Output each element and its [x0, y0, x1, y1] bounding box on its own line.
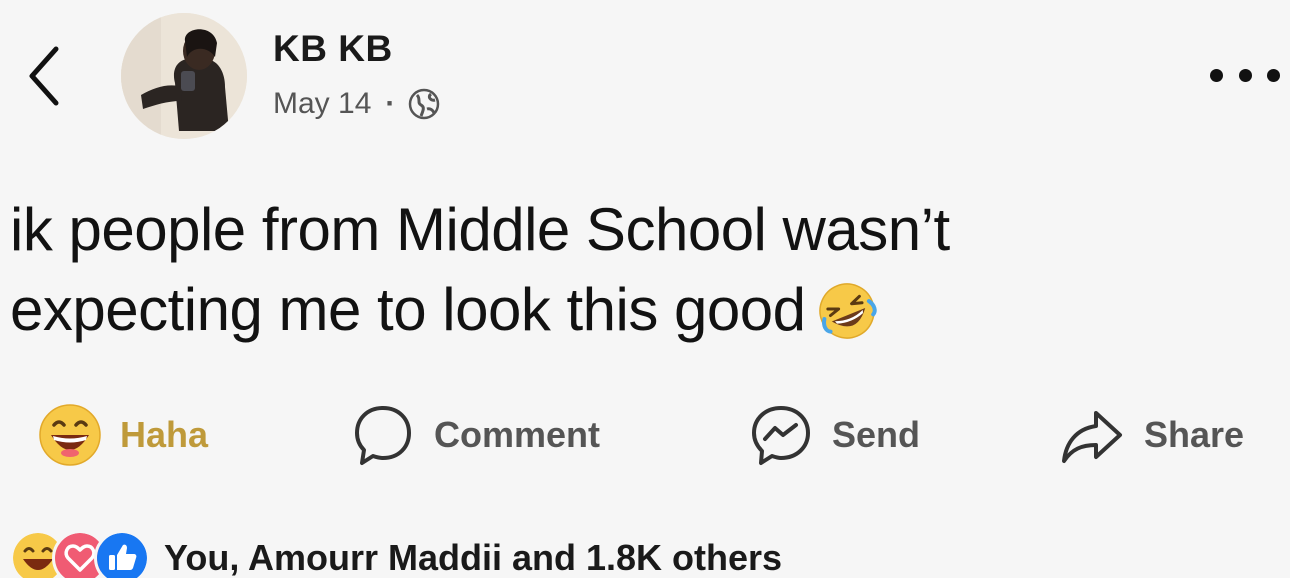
profile-photo	[121, 13, 247, 139]
reaction-icons	[10, 530, 150, 578]
chevron-left-icon	[29, 46, 59, 106]
more-horizontal-icon	[1238, 68, 1252, 82]
comment-bubble-icon	[355, 406, 411, 465]
comment-button[interactable]: Comment	[352, 398, 600, 472]
haha-label: Haha	[120, 414, 209, 455]
globe-icon[interactable]	[407, 87, 441, 121]
rolling-laughing-emoji-icon	[818, 283, 877, 339]
post-body: ik people from Middle School wasn’t expe…	[10, 190, 1160, 350]
post-text-line-1: ik people from Middle School wasn’t	[10, 196, 950, 263]
post-meta: May 14 ·	[273, 84, 441, 124]
messenger-icon	[752, 406, 810, 465]
like-reaction-icon	[94, 530, 150, 578]
share-label: Share	[1144, 414, 1245, 455]
post-text-line-2: expecting me to look this good	[10, 270, 1160, 350]
reactions-summary[interactable]: You, Amourr Maddii and 1.8K others	[10, 528, 782, 578]
post-screen: KB KB May 14 · ik people from Middle Sch…	[0, 0, 1290, 578]
back-button[interactable]	[22, 44, 66, 108]
more-horizontal-icon	[1267, 68, 1280, 82]
comment-label: Comment	[434, 414, 601, 455]
share-arrow-icon	[1062, 411, 1122, 463]
share-button[interactable]: Share	[1060, 398, 1244, 472]
action-bar: Haha Comment Send Share	[0, 398, 1290, 472]
send-button[interactable]: Send	[750, 398, 920, 472]
author-name[interactable]: KB KB	[273, 28, 393, 70]
post-text-line-2-text: expecting me to look this good	[10, 276, 806, 343]
send-label: Send	[832, 414, 921, 455]
avatar[interactable]	[121, 13, 247, 139]
meta-separator: ·	[385, 87, 396, 120]
more-options-button[interactable]	[1210, 58, 1280, 92]
haha-emoji-icon	[39, 404, 101, 466]
haha-reaction-button[interactable]: Haha	[38, 398, 208, 472]
reactions-summary-text: You, Amourr Maddii and 1.8K others	[164, 537, 783, 578]
post-date[interactable]: May 14	[273, 87, 371, 121]
more-horizontal-icon	[1210, 68, 1223, 82]
